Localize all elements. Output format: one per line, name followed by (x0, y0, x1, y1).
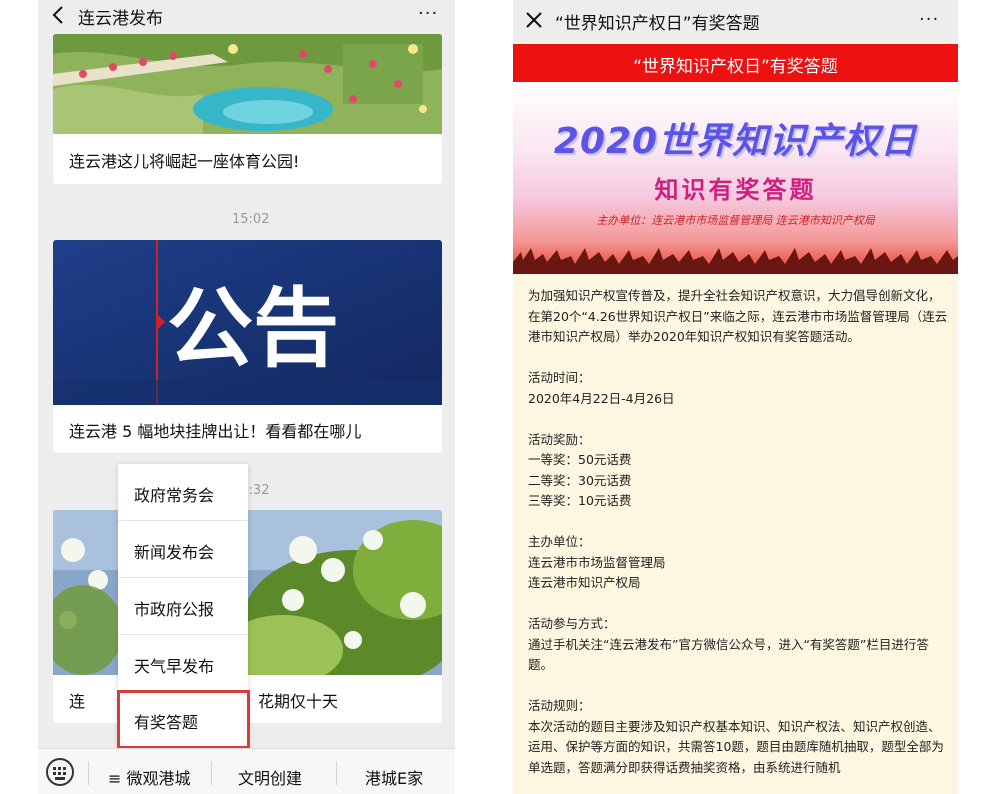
prize-label: 活动奖励： (528, 431, 591, 447)
rules-value: 本次活动的题目主要涉及知识产权基本知识、知识产权法、知识产权创造、运用、保护等方… (528, 718, 944, 775)
menu-wenming-chuangjian[interactable]: 文明创建 (238, 765, 302, 789)
page-header: “世界知识产权日”有奖答题 ··· (513, 0, 958, 42)
divider (88, 761, 89, 785)
menu-weiguan-gangcheng[interactable]: ≡ 微观港城 (108, 765, 191, 789)
article-title: 连云港这儿将崛起一座体育公园! (69, 152, 300, 171)
submenu-item-gov-bulletin[interactable]: 市政府公报 (118, 578, 248, 635)
crowd-silhouette-image (513, 248, 958, 274)
announcement-image-text: 公告 (167, 279, 339, 379)
article-body: 为加强知识产权宣传普及，提升全社会知识产权意识，大力倡导创新文化，在第20个“4… (528, 286, 948, 778)
submenu-item-quiz[interactable]: 有奖答题 (117, 690, 250, 749)
time-value: 2020年4月22日-4月26日 (528, 390, 675, 406)
method-value: 通过手机关注“连云港发布”官方微信公众号，进入“有奖答题”栏目进行答题。 (528, 636, 929, 673)
poster-organizers: 主办单位：连云港市市场监督管理局 连云港市知识产权局 (596, 214, 875, 227)
bottom-menu-bar: ≡ 微观港城 文明创建 港城E家 (38, 748, 455, 794)
submenu-item-label: 有奖答题 (134, 713, 199, 732)
right-phone-screen: “世界知识产权日”有奖答题 ··· “世界知识产权日”有奖答题 2020世界知识… (513, 0, 958, 794)
host-label: 主办单位： (528, 534, 591, 549)
timestamp: 15:02 (232, 212, 270, 227)
time-label: 活动时间： (528, 370, 591, 385)
method-label: 活动参与方式： (528, 616, 616, 631)
left-phone-screen: 连云港发布 ··· 连云港这儿将崛起一座体育公园! 15:02 公告 连云港 5… (38, 0, 455, 794)
account-title: 连云港发布 (78, 9, 163, 29)
submenu-popup: 政府常务会 新闻发布会 市政府公报 天气早发布 有奖答题 (117, 464, 250, 749)
article-title: 连云港 5 幅地块挂牌出让！看看都在哪儿 (69, 422, 362, 441)
poster-subheadline: 知识有奖答题 (654, 176, 817, 204)
submenu-item-weather[interactable]: 天气早发布 (118, 635, 248, 692)
submenu-item-label: 新闻发布会 (134, 543, 215, 562)
submenu-item-executive-meeting[interactable]: 政府常务会 (118, 464, 248, 521)
submenu-item-label: 市政府公报 (134, 600, 215, 619)
poster-headline: 2020世界知识产权日 (553, 121, 918, 162)
prize-third: 三等奖：10元话费 (528, 493, 632, 508)
menu-gangcheng-ejia[interactable]: 港城E家 (365, 765, 423, 789)
submenu-item-press-conference[interactable]: 新闻发布会 (118, 521, 248, 578)
host-market-bureau: 连云港市市场监督管理局 (528, 554, 666, 570)
keyboard-icon[interactable] (46, 758, 74, 786)
submenu-item-label: 政府常务会 (134, 486, 215, 505)
prize-second: 二等奖：30元话费 (528, 472, 632, 488)
announcement-image: 公告 (53, 240, 442, 405)
more-dots-icon[interactable]: ··· (919, 11, 939, 29)
close-icon[interactable] (525, 11, 543, 29)
submenu-item-label: 天气早发布 (134, 657, 215, 676)
divider (211, 761, 212, 785)
prize-first: 一等奖：50元话费 (528, 452, 632, 467)
rules-label: 活动规则： (528, 698, 591, 713)
banner-title: “世界知识产权日”有奖答题 (633, 57, 838, 77)
chevron-left-icon[interactable] (52, 6, 64, 24)
park-aerial-map-image (53, 34, 442, 134)
red-title-banner: “世界知识产权日”有奖答题 (513, 44, 958, 82)
more-dots-icon[interactable]: ··· (418, 5, 438, 23)
page-title: “世界知识产权日”有奖答题 (555, 14, 760, 34)
article-title-visible-start: 连 (69, 692, 86, 711)
account-header: 连云港发布 ··· (38, 0, 455, 32)
article-card-land-auction[interactable]: 公告 连云港 5 幅地块挂牌出让！看看都在哪儿 (53, 240, 442, 453)
article-intro: 为加强知识产权宣传普及，提升全社会知识产权意识，大力倡导创新文化，在第20个“4… (528, 288, 948, 344)
quiz-poster: 2020世界知识产权日 知识有奖答题 主办单位：连云港市市场监督管理局 连云港市… (513, 82, 958, 274)
article-card-sports-park[interactable]: 连云港这儿将崛起一座体育公园! (53, 34, 442, 184)
divider (336, 761, 337, 785)
host-ip-bureau: 连云港市知识产权局 (528, 575, 641, 590)
